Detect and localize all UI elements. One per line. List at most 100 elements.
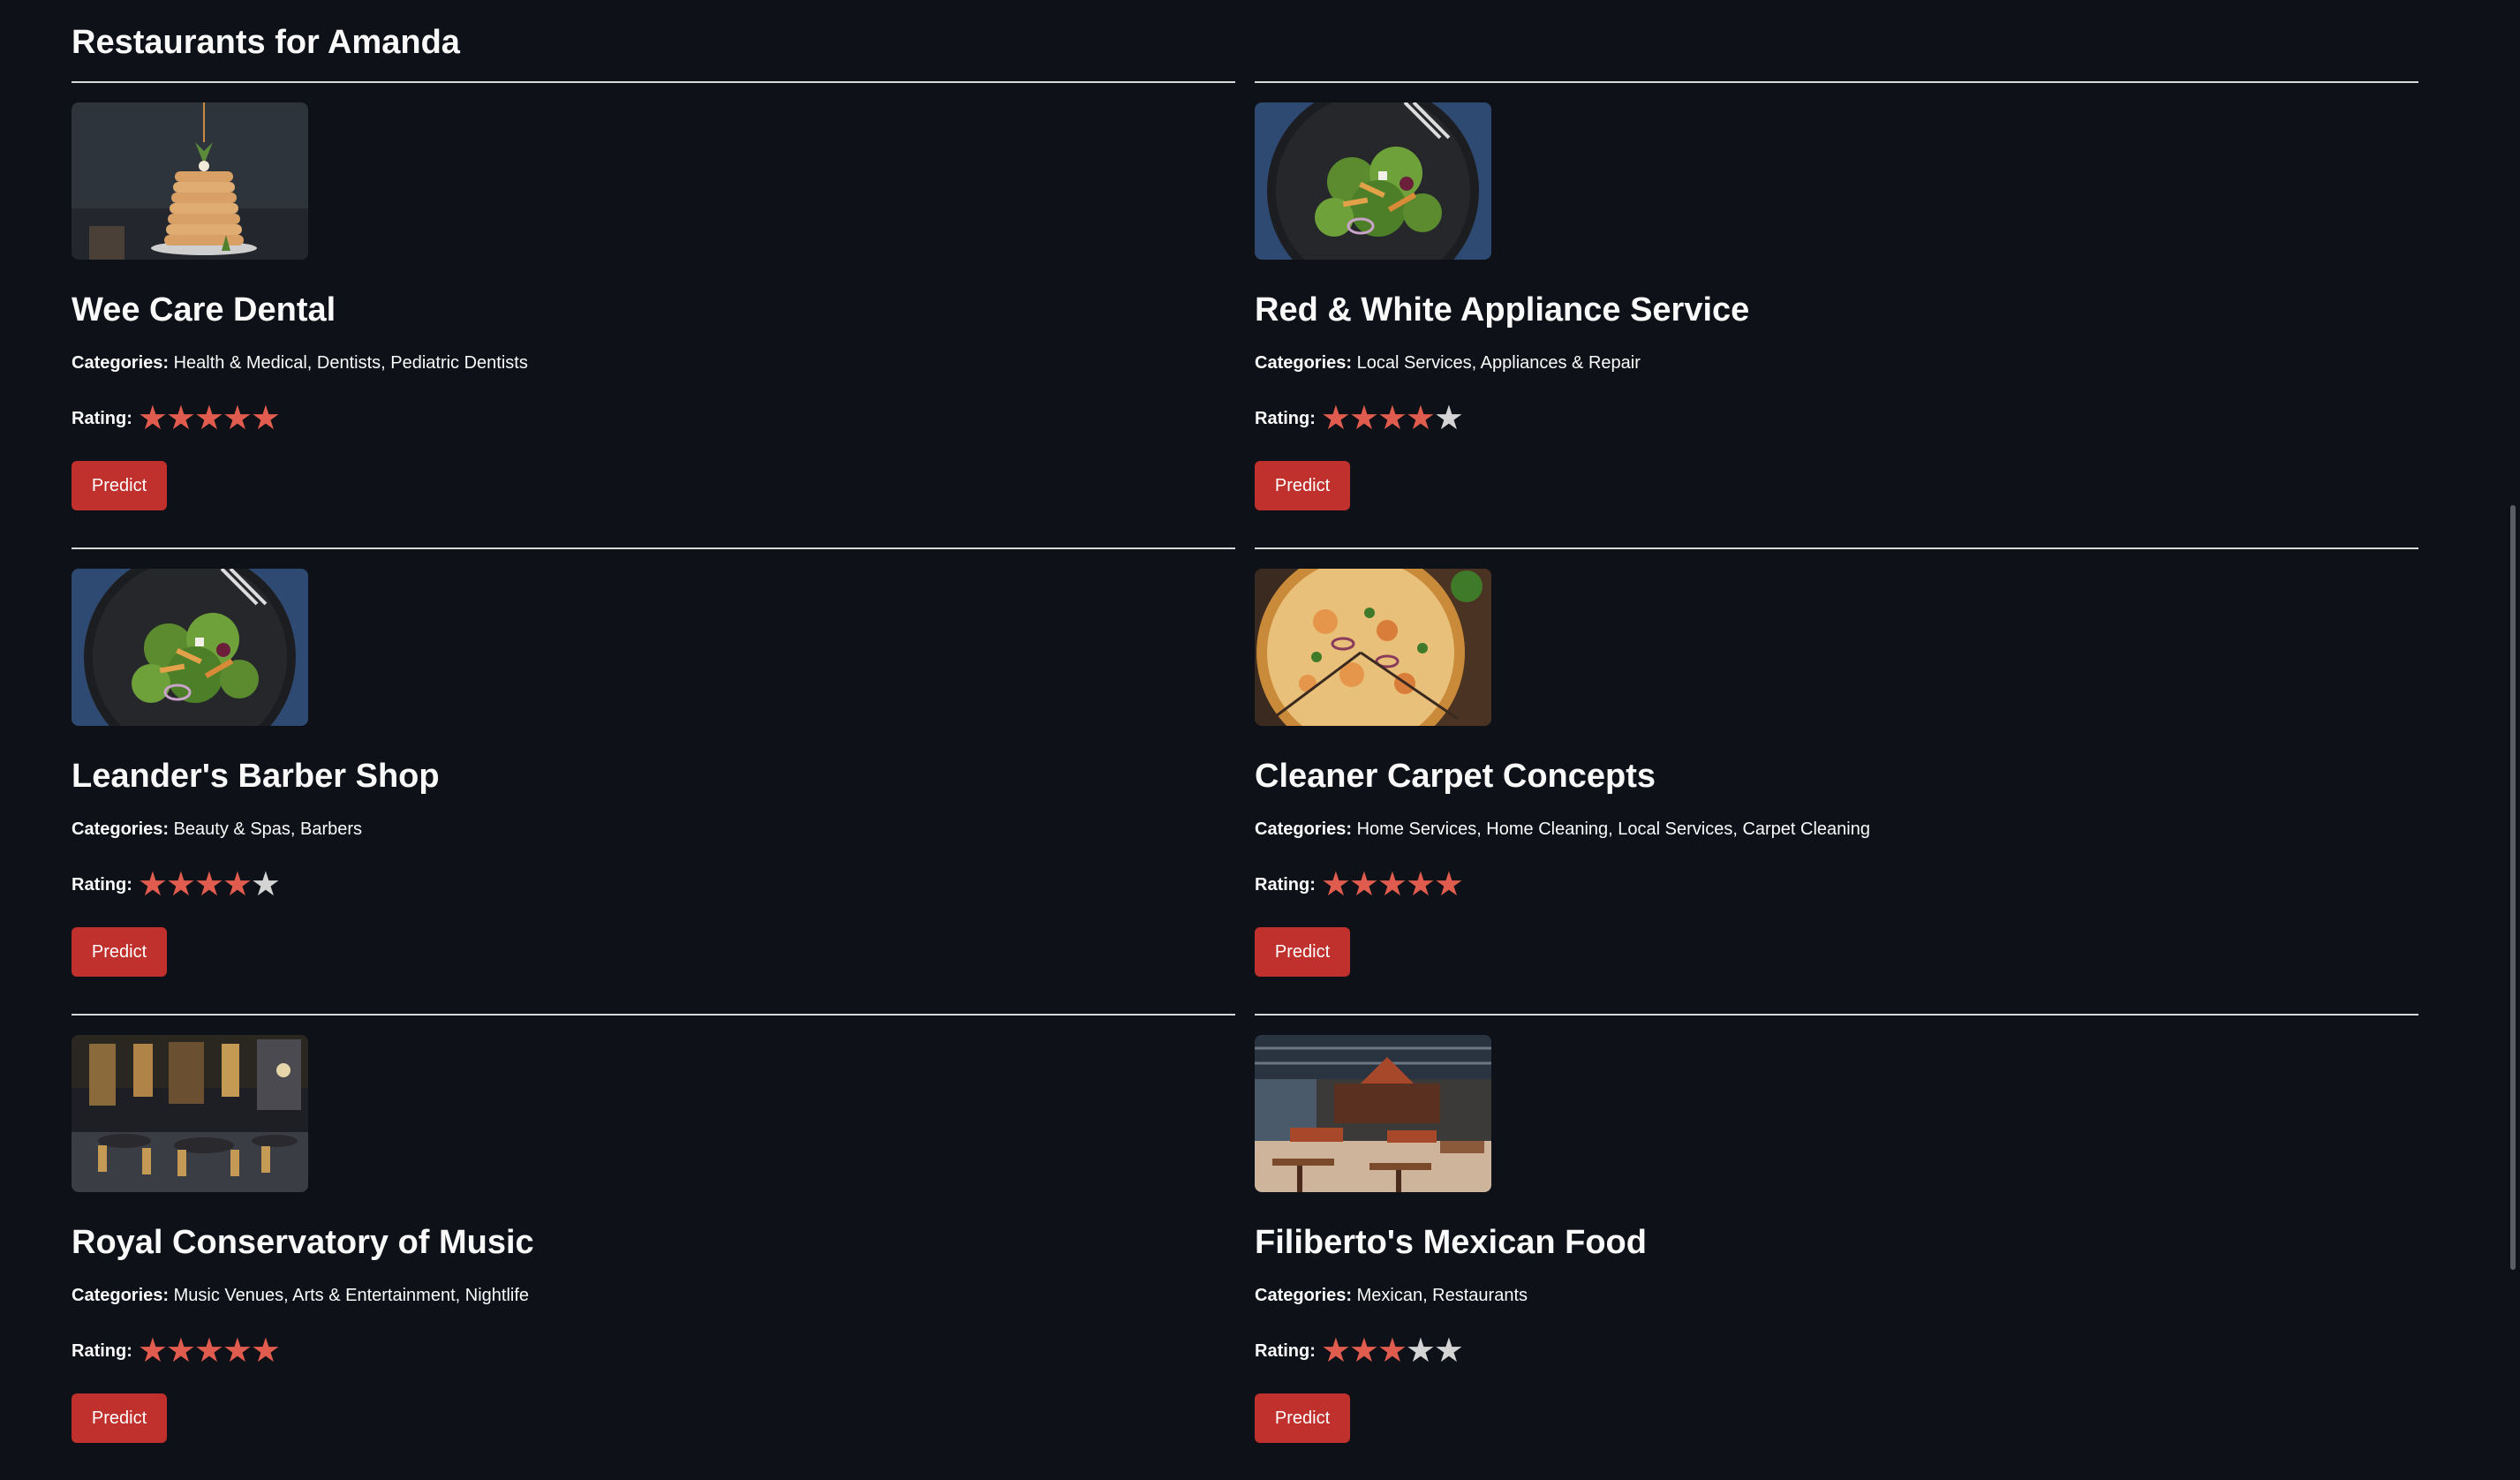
star-rating: ★ ★ ★ ★ ★ [137,400,281,437]
restaurant-image [1255,1035,1491,1192]
rating-label: Rating: [1255,408,1316,428]
star-icon: ★ [193,1333,224,1370]
star-icon: ★ [137,400,168,437]
restaurant-categories: Categories: Home Services, Home Cleaning… [1255,816,1870,842]
star-icon: ★ [222,400,253,437]
restaurant-image [72,1035,308,1192]
star-rating: ★ ★ ★ ★ ★ [1320,866,1464,903]
restaurant-name: Wee Care Dental [72,291,336,328]
restaurant-card: Wee Care Dental Categories: Health & Med… [72,81,1235,547]
star-rating: ★ ★ ★ ★ ★ [137,866,281,903]
restaurant-image [1255,569,1491,726]
star-icon: ★ [1348,400,1379,437]
predict-button[interactable]: Predict [1255,461,1350,510]
restaurant-image [72,102,308,260]
dark-restaurant-image [72,1035,308,1192]
star-icon: ★ [250,400,281,437]
restaurant-card: Filiberto's Mexican Food Categories: Mex… [1255,1014,2418,1480]
star-icon: ★ [222,866,253,903]
restaurant-card: Royal Conservatory of Music Categories: … [72,1014,1235,1480]
star-icon: ★ [1405,1333,1436,1370]
star-icon: ★ [1320,1333,1351,1370]
categories-label: Categories: [72,353,170,373]
restaurant-rating: Rating: ★ ★ ★ ★ ★ [1255,866,1464,903]
star-icon: ★ [1433,866,1464,903]
star-icon: ★ [1405,866,1436,903]
restaurant-name: Leander's Barber Shop [72,758,440,795]
categories-label: Categories: [72,819,170,839]
star-icon: ★ [1433,1333,1464,1370]
star-rating: ★ ★ ★ ★ ★ [137,1333,281,1370]
bright-restaurant-image [1255,1035,1491,1192]
restaurant-rating: Rating: ★ ★ ★ ★ ★ [1255,1333,1464,1370]
predict-button[interactable]: Predict [1255,1393,1350,1443]
restaurant-grid: Wee Care Dental Categories: Health & Med… [72,81,2418,1480]
categories-value: Beauty & Spas, Barbers [173,819,363,839]
salad-image [1255,102,1491,260]
star-icon: ★ [137,866,168,903]
star-rating: ★ ★ ★ ★ ★ [1320,400,1464,437]
star-icon: ★ [165,400,196,437]
star-icon: ★ [222,1333,253,1370]
categories-value: Music Venues, Arts & Entertainment, Nigh… [173,1286,530,1305]
predict-button[interactable]: Predict [72,927,167,977]
restaurant-card: Cleaner Carpet Concepts Categories: Home… [1255,547,2418,1014]
restaurant-categories: Categories: Health & Medical, Dentists, … [72,350,528,376]
restaurant-name: Red & White Appliance Service [1255,291,1750,328]
star-icon: ★ [193,866,224,903]
star-rating: ★ ★ ★ ★ ★ [1320,1333,1464,1370]
star-icon: ★ [1320,400,1351,437]
star-icon: ★ [250,866,281,903]
categories-value: Local Services, Appliances & Repair [1356,353,1641,373]
categories-label: Categories: [1255,1286,1353,1305]
restaurant-image [1255,102,1491,260]
star-icon: ★ [1348,1333,1379,1370]
page-title: Restaurants for Amanda [72,24,460,61]
restaurant-categories: Categories: Beauty & Spas, Barbers [72,816,362,842]
restaurant-rating: Rating: ★ ★ ★ ★ ★ [72,866,281,903]
star-icon: ★ [193,400,224,437]
restaurant-categories: Categories: Music Venues, Arts & Enterta… [72,1282,529,1309]
star-icon: ★ [1433,400,1464,437]
star-icon: ★ [137,1333,168,1370]
star-icon: ★ [1377,400,1407,437]
rating-label: Rating: [1255,1340,1316,1361]
restaurant-categories: Categories: Local Services, Appliances &… [1255,350,1641,376]
categories-label: Categories: [72,1286,170,1305]
restaurant-rating: Rating: ★ ★ ★ ★ ★ [1255,400,1464,437]
categories-value: Home Services, Home Cleaning, Local Serv… [1356,819,1870,839]
star-icon: ★ [1377,866,1407,903]
restaurant-rating: Rating: ★ ★ ★ ★ ★ [72,400,281,437]
star-icon: ★ [250,1333,281,1370]
star-icon: ★ [165,1333,196,1370]
scrollbar[interactable] [2506,0,2520,1461]
rating-label: Rating: [72,874,132,895]
predict-button[interactable]: Predict [72,461,167,510]
star-icon: ★ [165,866,196,903]
restaurant-rating: Rating: ★ ★ ★ ★ ★ [72,1333,281,1370]
categories-label: Categories: [1255,353,1353,373]
restaurant-name: Royal Conservatory of Music [72,1224,534,1261]
salad-image [72,569,308,726]
restaurant-image [72,569,308,726]
scrollbar-thumb[interactable] [2510,505,2516,1270]
pancakes-image [72,102,308,260]
categories-label: Categories: [1255,819,1353,839]
restaurant-card: Leander's Barber Shop Categories: Beauty… [72,547,1235,1014]
star-icon: ★ [1405,400,1436,437]
rating-label: Rating: [72,1340,132,1361]
star-icon: ★ [1377,1333,1407,1370]
restaurant-card: Red & White Appliance Service Categories… [1255,81,2418,547]
categories-value: Mexican, Restaurants [1356,1286,1528,1305]
categories-value: Health & Medical, Dentists, Pediatric De… [173,353,528,373]
star-icon: ★ [1320,866,1351,903]
rating-label: Rating: [72,408,132,428]
restaurant-name: Filiberto's Mexican Food [1255,1224,1647,1261]
predict-button[interactable]: Predict [72,1393,167,1443]
restaurant-name: Cleaner Carpet Concepts [1255,758,1656,795]
predict-button[interactable]: Predict [1255,927,1350,977]
rating-label: Rating: [1255,874,1316,895]
star-icon: ★ [1348,866,1379,903]
restaurant-categories: Categories: Mexican, Restaurants [1255,1282,1528,1309]
pizza-image [1255,569,1491,726]
